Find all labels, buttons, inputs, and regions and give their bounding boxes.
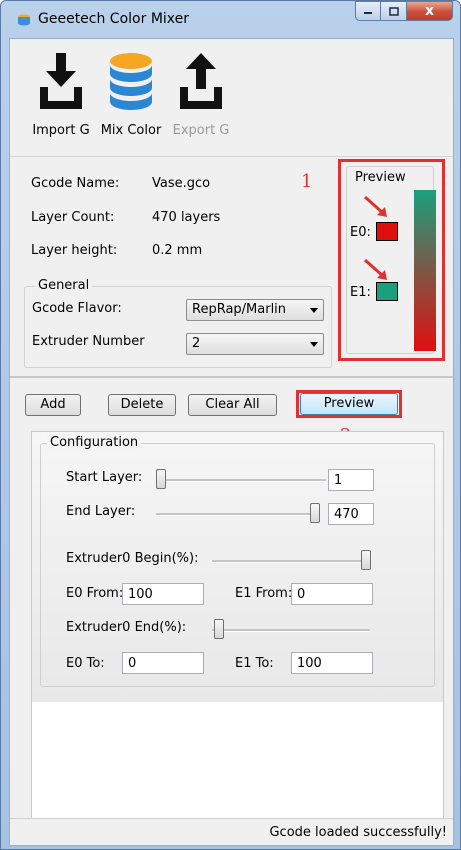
extruder0-begin-slider-thumb[interactable] [361, 550, 371, 570]
configuration-group: Configuration Start Layer: 1 End Layer: … [40, 435, 435, 687]
toolbar: Import G Mix Color Export G [10, 39, 453, 157]
close-button[interactable]: x [407, 1, 453, 21]
annotation-1: 1 [301, 171, 313, 192]
general-group: General Gcode Flavor: RepRap/Marlin Extr… [24, 278, 332, 368]
delete-button[interactable]: Delete [108, 394, 176, 416]
main-panel: Import G Mix Color Export G Gcode Name: … [9, 38, 454, 846]
layer-height-value: 0.2 mm [152, 243, 203, 258]
general-group-title: General [35, 278, 93, 293]
preview-panel-title: Preview [355, 170, 406, 185]
start-layer-label: Start Layer: [66, 470, 143, 485]
end-layer-slider-thumb[interactable] [310, 503, 320, 523]
extruder0-end-slider-track[interactable] [212, 629, 370, 632]
database-icon [110, 53, 152, 110]
gcode-name-label: Gcode Name: [31, 176, 120, 191]
start-layer-input[interactable]: 1 [328, 469, 374, 491]
extruder0-end-slider-thumb[interactable] [214, 619, 224, 639]
color-preview-highlight: Preview E0: E1: [338, 159, 445, 361]
extruder0-end-label: Extruder0 End(%): [66, 620, 187, 635]
import-gcode-button[interactable]: Import G [26, 51, 96, 146]
extruder0-begin-label: Extruder0 Begin(%): [66, 551, 199, 566]
minimize-icon [364, 12, 372, 14]
preview-button-highlight: Preview [296, 390, 402, 418]
color-gradient-bar [414, 190, 436, 351]
end-layer-label: End Layer: [66, 504, 136, 519]
configuration-title: Configuration [47, 435, 142, 450]
chevron-down-icon [310, 342, 318, 347]
import-icon [40, 53, 82, 109]
app-window: Geeetech Color Mixer x Import G Mix Colo… [0, 0, 461, 850]
gcode-flavor-label: Gcode Flavor: [32, 301, 122, 316]
e1-from-label: E1 From: [235, 586, 293, 601]
maximize-icon [388, 6, 399, 16]
e1-from-input[interactable]: 0 [291, 583, 373, 605]
export-gcode-button[interactable]: Export G [166, 51, 236, 146]
status-bar: Gcode loaded successfully! [10, 818, 453, 845]
app-icon [18, 14, 30, 26]
window-controls: x [355, 1, 453, 23]
clear-all-button[interactable]: Clear All [188, 394, 277, 416]
gcode-name-value: Vase.gco [152, 176, 211, 191]
end-layer-slider-track[interactable] [156, 513, 320, 516]
maximize-button[interactable] [381, 1, 407, 21]
e0-from-label: E0 From: [66, 586, 124, 601]
minimize-button[interactable] [355, 1, 381, 21]
extruder0-begin-slider-track[interactable] [212, 560, 370, 563]
mix-label: Mix Color [100, 123, 162, 138]
status-message: Gcode loaded successfully! [269, 825, 447, 840]
extruder-number-label: Extruder Number [32, 334, 145, 349]
e0-to-input[interactable]: 0 [122, 652, 204, 674]
e1-to-input[interactable]: 100 [291, 652, 373, 674]
arrow-icon [364, 195, 387, 217]
end-layer-input[interactable]: 470 [328, 503, 374, 525]
close-icon: x [424, 3, 435, 19]
divider [10, 376, 453, 378]
e1-to-label: E1 To: [235, 656, 274, 671]
gcode-flavor-value: RepRap/Marlin [192, 302, 287, 317]
e0-to-label: E0 To: [66, 656, 105, 671]
start-layer-slider-thumb[interactable] [156, 469, 166, 489]
gcode-flavor-select[interactable]: RepRap/Marlin [186, 299, 324, 321]
e0-label: E0: [350, 225, 371, 240]
mix-color-button[interactable]: Mix Color [96, 51, 166, 146]
add-button[interactable]: Add [25, 394, 81, 416]
export-label: Export G [172, 123, 230, 138]
e1-label: E1: [350, 285, 371, 300]
start-layer-slider-track[interactable] [156, 479, 326, 482]
window-title: Geeetech Color Mixer [38, 11, 190, 27]
extruder-number-value: 2 [192, 336, 201, 351]
extruder-number-select[interactable]: 2 [186, 333, 324, 355]
gcode-info-panel: Gcode Name: Vase.gco Layer Count: 470 la… [10, 157, 453, 377]
chevron-down-icon [310, 308, 318, 313]
configuration-panel: Configuration Start Layer: 1 End Layer: … [32, 432, 443, 702]
title-bar[interactable]: Geeetech Color Mixer x [1, 1, 460, 37]
color-preview-panel: Preview E0: E1: [346, 166, 436, 354]
layer-count-label: Layer Count: [31, 210, 115, 225]
import-label: Import G [32, 123, 90, 138]
e1-color-swatch[interactable] [376, 282, 398, 301]
configuration-area: Configuration Start Layer: 1 End Layer: … [31, 431, 444, 831]
layer-count-value: 470 layers [152, 210, 221, 225]
e0-from-input[interactable]: 100 [122, 583, 204, 605]
arrow-icon [364, 258, 387, 280]
layer-height-label: Layer height: [31, 243, 118, 258]
preview-button[interactable]: Preview [300, 393, 398, 415]
export-icon [180, 53, 222, 109]
e0-color-swatch[interactable] [376, 222, 398, 241]
